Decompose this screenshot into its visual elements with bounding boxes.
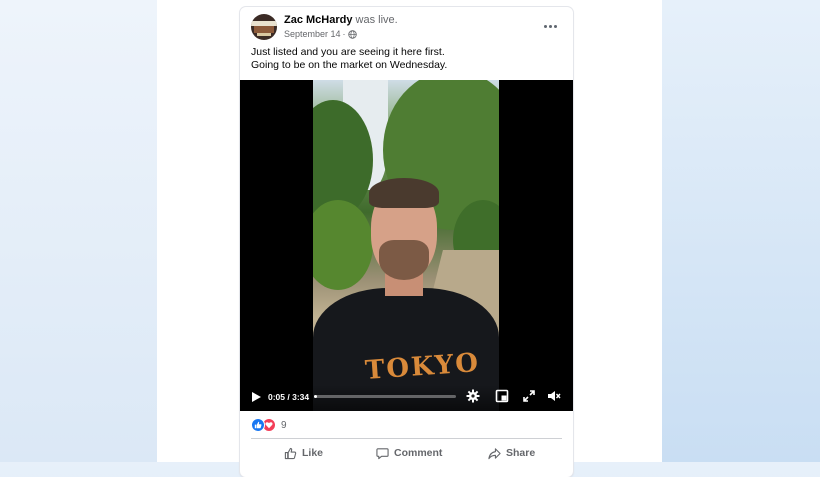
comment-button[interactable]: Comment [376, 446, 442, 460]
like-icon [251, 418, 265, 432]
author-avatar[interactable] [251, 14, 277, 40]
post-header: Zac McHardy was live. [284, 14, 398, 26]
post-date[interactable]: September 14 [284, 29, 341, 39]
video-frame: TOKYO [313, 80, 499, 411]
video-progress-bar[interactable] [314, 395, 456, 398]
post-meta: September 14 · [284, 29, 357, 39]
reaction-count[interactable]: 9 [281, 420, 287, 431]
reaction-icons[interactable] [251, 418, 276, 432]
thumbs-up-icon [284, 447, 297, 459]
person-hair [369, 178, 439, 208]
background-left-panel [0, 0, 157, 462]
like-label: Like [302, 447, 324, 459]
play-icon[interactable] [250, 391, 262, 403]
comment-label: Comment [394, 447, 443, 459]
mini-player-icon[interactable] [495, 389, 509, 403]
post-action-text: was live. [355, 14, 398, 26]
video-progress-fill [314, 395, 318, 398]
meta-separator: · [342, 29, 346, 39]
mute-icon[interactable] [547, 389, 561, 403]
avatar-detail [257, 33, 271, 36]
author-name[interactable]: Zac McHardy [284, 14, 352, 26]
post-text-line: Just listed and you are seeing it here f… [251, 46, 445, 58]
share-button[interactable]: Share [488, 446, 535, 460]
actions-divider [251, 438, 562, 439]
globe-icon[interactable] [347, 29, 357, 39]
person-beard [379, 240, 429, 280]
share-icon [488, 447, 501, 459]
background-right-panel [662, 0, 820, 462]
post-text-line: Going to be on the market on Wednesday. [251, 59, 448, 71]
video-foliage [313, 200, 373, 290]
video-player[interactable]: TOKYO [240, 80, 573, 411]
settings-icon[interactable] [466, 389, 480, 403]
fullscreen-icon[interactable] [522, 389, 536, 403]
share-label: Share [506, 447, 536, 459]
comment-icon [376, 447, 389, 459]
like-button[interactable]: Like [284, 446, 323, 460]
post-text: Just listed and you are seeing it here f… [251, 46, 561, 72]
video-time: 0:05 / 3:34 [268, 392, 310, 402]
more-options-icon[interactable] [540, 16, 560, 36]
avatar-detail [254, 26, 274, 33]
